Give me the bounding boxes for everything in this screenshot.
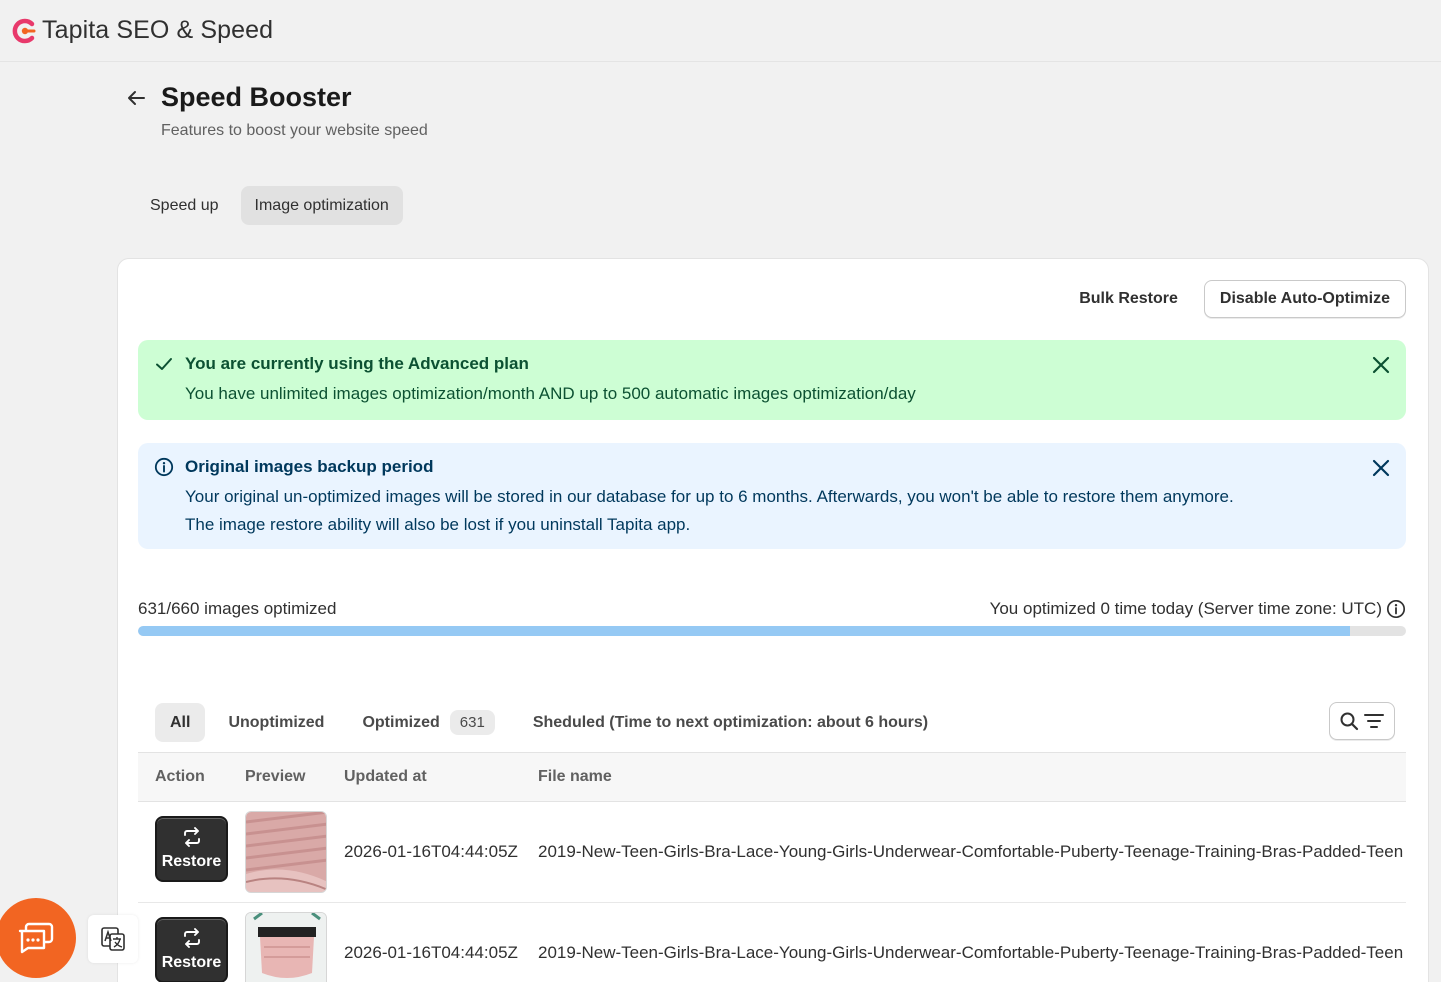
plan-banner-title: You are currently using the Advanced pla…	[185, 354, 529, 373]
disable-auto-optimize-button[interactable]: Disable Auto-Optimize	[1203, 280, 1406, 318]
app-title: Tapita SEO & Speed	[42, 16, 274, 44]
back-button[interactable]	[122, 84, 150, 112]
daily-optimization-status: You optimized 0 time today (Server time …	[990, 599, 1406, 619]
updated-at-cell: 2026-01-16T04:44:05Z	[344, 943, 518, 962]
filter-lines-icon	[1364, 714, 1384, 728]
chat-bubble-icon	[18, 922, 54, 954]
progress-label: 631/660 images optimized	[138, 599, 337, 618]
column-header-action: Action	[155, 768, 205, 785]
table-header: Action Preview Updated at File name	[138, 752, 1406, 802]
tapita-logo-icon	[12, 18, 36, 43]
info-icon	[154, 457, 174, 477]
card-actions: Bulk Restore Disable Auto-Optimize	[1079, 280, 1406, 318]
image-optimization-card: Bulk Restore Disable Auto-Optimize You a…	[117, 258, 1429, 982]
close-icon[interactable]	[1370, 457, 1392, 479]
file-name-cell: 2019-New-Teen-Girls-Bra-Lace-Young-Girls…	[538, 943, 1404, 962]
tab-image-optimization[interactable]: Image optimization	[240, 186, 403, 225]
daily-status-text: You optimized 0 time today (Server time …	[989, 599, 1382, 618]
tab-speed-up[interactable]: Speed up	[136, 186, 233, 225]
image-preview[interactable]	[245, 811, 327, 893]
translate-icon	[101, 927, 125, 951]
plan-banner-text: You have unlimited images optimization/m…	[185, 384, 916, 403]
optimized-count-badge: 631	[449, 710, 495, 735]
restore-button[interactable]: Restore	[155, 816, 228, 882]
page-subtitle: Features to boost your website speed	[161, 122, 428, 139]
search-icon	[1340, 712, 1359, 731]
restore-arrows-icon	[183, 827, 200, 847]
images-table: Action Preview Updated at File name Rest…	[138, 752, 1406, 982]
bulk-restore-button[interactable]: Bulk Restore	[1079, 290, 1178, 308]
plan-banner: You are currently using the Advanced pla…	[138, 340, 1406, 420]
product-thumbnail-pink-fabric	[246, 812, 326, 892]
restore-button-label: Restore	[161, 954, 222, 971]
image-filter-tabs: All Unoptimized Optimized 631 Sheduled (…	[155, 703, 943, 742]
chat-support-button[interactable]	[0, 898, 76, 978]
translate-button[interactable]	[88, 915, 138, 963]
optimization-progress-bar	[138, 626, 1406, 636]
search-filter-button[interactable]	[1329, 702, 1395, 740]
image-preview[interactable]	[245, 912, 327, 982]
backup-banner-title: Original images backup period	[185, 457, 434, 476]
progress-fill	[138, 626, 1351, 636]
column-header-file-name: File name	[538, 768, 612, 785]
filter-tab-unoptimized-label: Unoptimized	[228, 713, 325, 731]
app-topbar: Tapita SEO & Speed	[0, 0, 1441, 62]
backup-banner-line1: Your original un-optimized images will b…	[185, 487, 1234, 506]
file-name-cell: 2019-New-Teen-Girls-Bra-Lace-Young-Girls…	[538, 842, 1404, 861]
table-row: Restore 2026-01-16T04:44:05Z 2019-New-Te…	[138, 903, 1406, 982]
page-title: Speed Booster	[161, 82, 352, 112]
backup-banner-line2: The image restore ability will also be l…	[185, 515, 691, 534]
close-icon[interactable]	[1370, 354, 1392, 376]
checkmark-icon	[156, 358, 172, 370]
restore-button-label: Restore	[161, 853, 222, 870]
arrow-left-icon	[128, 91, 145, 105]
info-icon[interactable]	[1386, 599, 1406, 619]
filter-tab-optimized-label: Optimized	[362, 713, 440, 731]
column-header-updated-at: Updated at	[344, 768, 427, 785]
backup-banner: Original images backup period Your origi…	[138, 443, 1406, 549]
updated-at-cell: 2026-01-16T04:44:05Z	[344, 842, 518, 861]
restore-button[interactable]: Restore	[155, 917, 228, 982]
filter-tab-all[interactable]: All	[155, 703, 206, 742]
table-row: Restore 2026-01-16T04:44:05Z 2019-New-Te…	[138, 802, 1406, 903]
filter-tab-optimized[interactable]: Optimized 631	[347, 703, 509, 742]
filter-tab-scheduled-label: Sheduled (Time to next optimization: abo…	[532, 713, 929, 731]
restore-arrows-icon	[183, 928, 200, 948]
filter-tab-scheduled[interactable]: Sheduled (Time to next optimization: abo…	[518, 703, 943, 742]
column-header-preview: Preview	[245, 768, 306, 785]
product-thumbnail-pink-bra	[246, 913, 326, 982]
feature-tabs: Speed up Image optimization	[136, 186, 403, 225]
filter-tab-unoptimized[interactable]: Unoptimized	[213, 703, 339, 742]
filter-tab-all-label: All	[170, 713, 191, 731]
